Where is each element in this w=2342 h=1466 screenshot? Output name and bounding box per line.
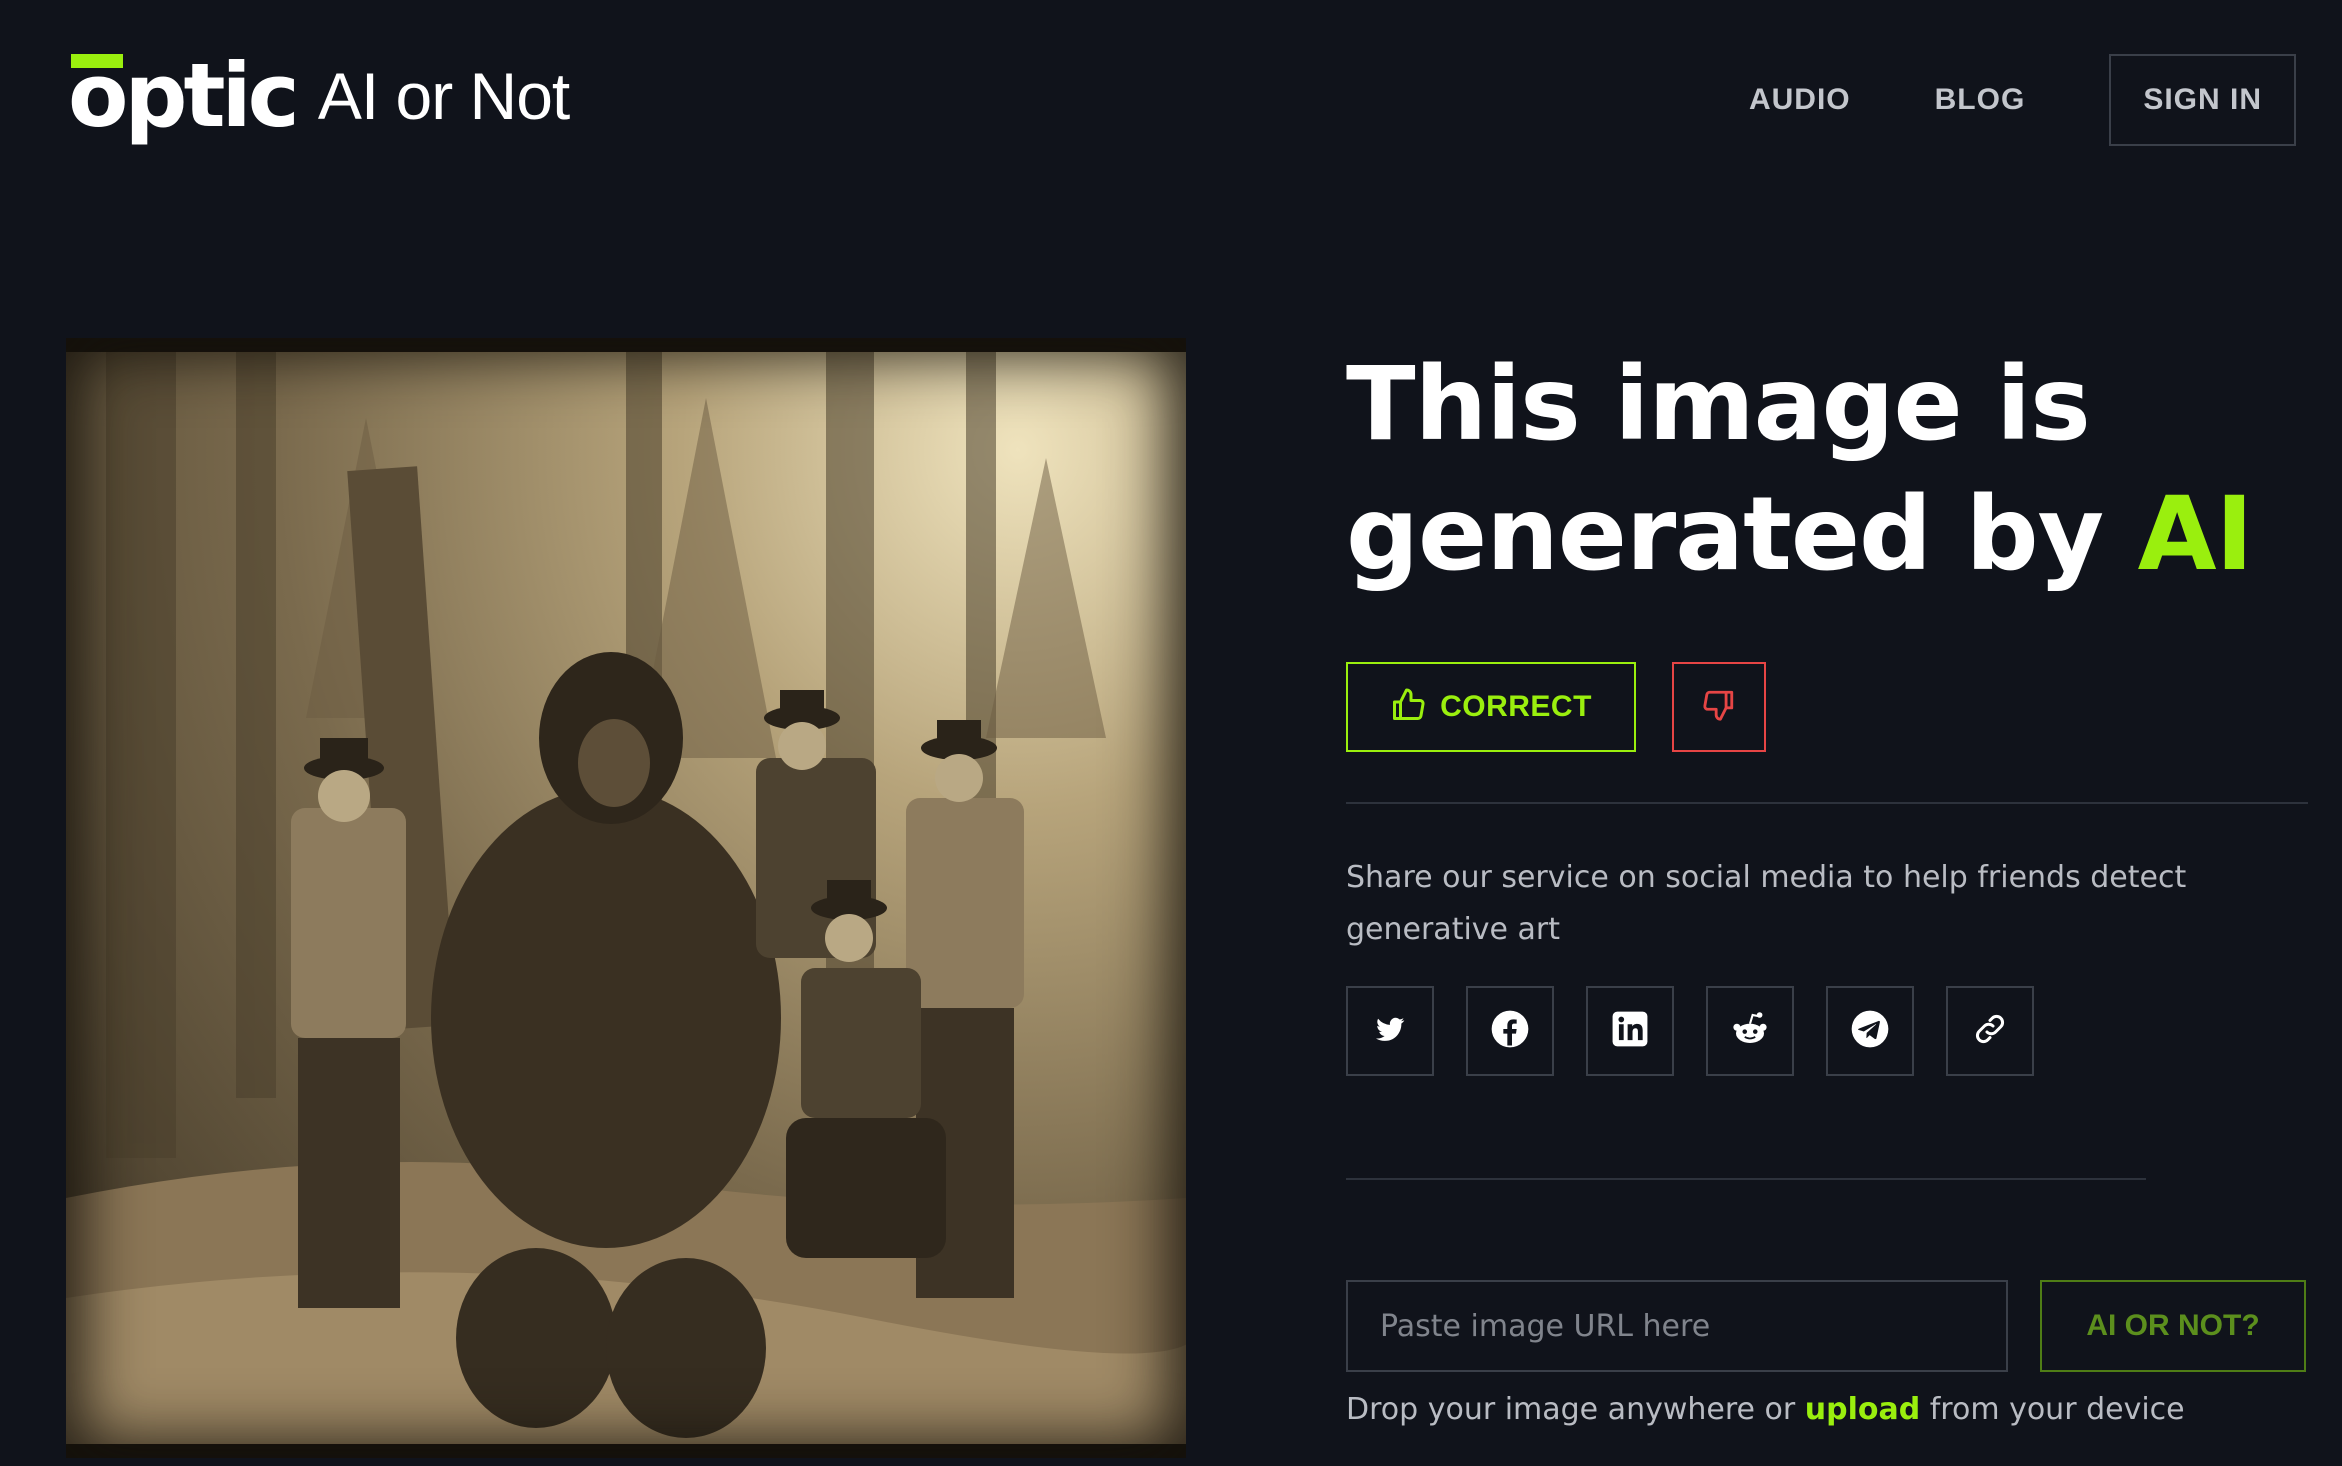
logo-text: AI or Not xyxy=(317,59,570,133)
headline-line2: generated by xyxy=(1346,475,2138,594)
nav-blog[interactable]: BLOG xyxy=(1935,83,2026,117)
facebook-icon xyxy=(1490,1009,1530,1053)
link-icon xyxy=(1972,1011,2008,1051)
share-text: Share our service on social media to hel… xyxy=(1346,860,2187,947)
share-telegram-button[interactable] xyxy=(1826,986,1914,1076)
divider xyxy=(1346,1178,2146,1180)
thumbs-down-icon xyxy=(1702,688,1736,726)
ai-or-not-submit-button[interactable]: AI OR NOT? xyxy=(2040,1280,2306,1372)
divider xyxy=(1346,802,2308,804)
analyzed-image xyxy=(66,338,1186,1458)
social-buttons xyxy=(1346,986,2066,1076)
twitter-icon xyxy=(1373,1012,1407,1050)
reddit-icon xyxy=(1729,1008,1771,1054)
drop-suffix: from your device xyxy=(1920,1392,2185,1427)
drop-instructions: Drop your image anywhere or upload from … xyxy=(1346,1392,2185,1427)
sign-in-button[interactable]: SIGN IN xyxy=(2109,54,2296,146)
drop-prefix: Drop your image anywhere or xyxy=(1346,1392,1805,1427)
logo[interactable]: optic AI or Not xyxy=(68,52,570,140)
headline-line1: This image is xyxy=(1346,345,2091,464)
upload-link[interactable]: upload xyxy=(1805,1392,1920,1427)
thumbs-up-icon xyxy=(1390,687,1426,727)
nav-audio[interactable]: AUDIO xyxy=(1749,83,1851,117)
telegram-icon xyxy=(1850,1009,1890,1053)
correct-label: CORRECT xyxy=(1440,690,1592,723)
photo-vignette xyxy=(66,338,1186,1458)
logo-mark: optic xyxy=(68,52,300,140)
share-facebook-button[interactable] xyxy=(1466,986,1554,1076)
share-twitter-button[interactable] xyxy=(1346,986,1434,1076)
logo-accent-bar xyxy=(71,54,123,68)
linkedin-icon xyxy=(1611,1010,1649,1052)
nav: AUDIO BLOG SIGN IN xyxy=(1749,54,2296,146)
correct-button[interactable]: CORRECT xyxy=(1346,662,1636,752)
image-url-input[interactable] xyxy=(1346,1280,2008,1372)
incorrect-button[interactable] xyxy=(1672,662,1766,752)
headline-accent: AI xyxy=(2137,475,2254,594)
result-headline: This image is generated by AI xyxy=(1346,340,2306,600)
header: optic AI or Not AUDIO BLOG SIGN IN xyxy=(0,0,2342,200)
share-linkedin-button[interactable] xyxy=(1586,986,1674,1076)
share-reddit-button[interactable] xyxy=(1706,986,1794,1076)
copy-link-button[interactable] xyxy=(1946,986,2034,1076)
